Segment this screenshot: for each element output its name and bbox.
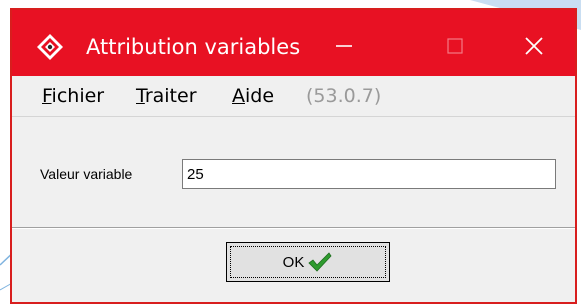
minimize-button[interactable] [318,20,368,68]
minimize-icon [336,45,352,47]
button-area: OK [12,228,575,302]
title-bar[interactable]: Attribution variables [12,10,575,76]
version-label: (53.0.7) [306,85,382,107]
menu-label: raiter [144,85,197,107]
menu-mnemonic: A [232,85,245,107]
ok-label: OK [282,253,305,271]
close-icon [525,37,543,55]
variable-value-label: Valeur variable [40,166,133,182]
app-diamond-icon [37,34,63,60]
green-check-icon [308,252,332,272]
ok-button[interactable]: OK [226,242,390,282]
maximize-icon [447,38,463,54]
menu-label: ide [245,85,275,107]
menu-label: ichier [51,85,105,107]
maximize-button[interactable] [430,20,480,68]
menu-traiter[interactable]: Traiter [136,84,197,108]
menu-fichier[interactable]: Fichier [42,84,104,108]
menu-mnemonic: T [136,85,145,107]
variable-value-input[interactable] [182,159,556,189]
dialog-window: Attribution variables Fichier Traiter Ai… [10,8,577,304]
close-button[interactable] [508,20,558,68]
form-area: Valeur variable [12,117,575,228]
window-title: Attribution variables [86,35,301,59]
menu-mnemonic: F [42,85,52,107]
menu-bar: Fichier Traiter Aide (53.0.7) [12,76,575,117]
menu-aide[interactable]: Aide [232,84,274,108]
